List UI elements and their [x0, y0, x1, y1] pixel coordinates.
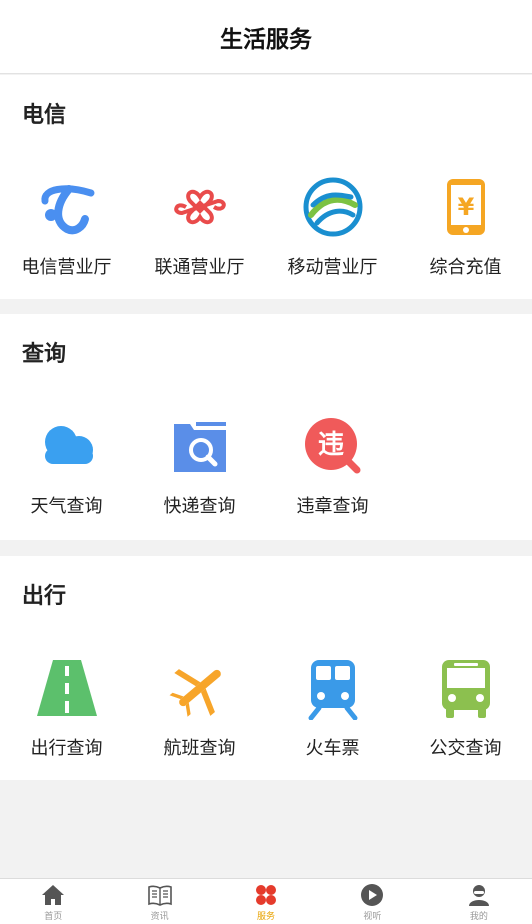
tab-media[interactable]: 视听	[319, 879, 425, 924]
page-title: 生活服务	[220, 26, 312, 53]
road-icon	[35, 656, 99, 720]
service-item-flight[interactable]: 航班查询	[133, 656, 266, 760]
service-item-label: 快递查询	[163, 496, 236, 517]
query-grid: 天气查询 快递查询 违 违章查询	[0, 414, 532, 518]
tab-label: 首页	[44, 912, 63, 922]
section-title-query: 查询	[22, 342, 67, 367]
service-item-bus[interactable]: 公交查询	[399, 656, 532, 760]
section-query: 查询 天气查询 快递查询 违 违章查询	[0, 314, 532, 540]
home-icon	[41, 883, 65, 907]
china-unicom-logo-icon	[168, 175, 232, 239]
bus-icon	[434, 656, 498, 720]
tab-news[interactable]: 资讯	[106, 879, 212, 924]
page-header: 生活服务	[0, 0, 532, 74]
play-icon	[360, 883, 384, 907]
service-item-mobile-hall[interactable]: 移动营业厅	[266, 175, 399, 279]
package-search-icon	[168, 414, 232, 478]
tab-label: 资讯	[150, 912, 169, 922]
section-telecom: 电信 电信营业厅 联通营业厅 移动营业厅 ¥ 综合充值	[0, 75, 532, 299]
service-item-label: 违章查询	[296, 496, 369, 517]
section-title-travel: 出行	[22, 584, 67, 609]
service-item-label: 电信营业厅	[21, 257, 112, 278]
service-item-trip[interactable]: 出行查询	[0, 656, 133, 760]
tab-label: 服务	[257, 912, 276, 922]
china-telecom-logo-icon	[35, 175, 99, 239]
news-icon	[147, 883, 172, 907]
section-travel: 出行 出行查询 航班查询 火车票 公交查询	[0, 556, 532, 780]
service-item-weather[interactable]: 天气查询	[0, 414, 133, 518]
violation-glyph: 违	[317, 430, 343, 460]
service-item-parcel[interactable]: 快递查询	[133, 414, 266, 518]
tab-home[interactable]: 首页	[0, 879, 106, 924]
service-item-train[interactable]: 火车票	[266, 656, 399, 760]
service-item-label: 公交查询	[429, 738, 502, 759]
tab-services[interactable]: 服务	[213, 879, 319, 924]
service-item-label: 移动营业厅	[287, 257, 378, 278]
telecom-grid: 电信营业厅 联通营业厅 移动营业厅 ¥ 综合充值	[0, 175, 532, 279]
service-item-label: 天气查询	[30, 496, 103, 517]
phone-recharge-icon: ¥	[434, 175, 498, 239]
service-item-telecom-hall[interactable]: 电信营业厅	[0, 175, 133, 279]
train-icon	[301, 656, 365, 720]
airplane-icon	[168, 656, 232, 720]
violation-search-icon: 违	[301, 414, 365, 478]
service-item-label: 火车票	[305, 738, 360, 759]
service-item-label: 出行查询	[30, 738, 103, 759]
travel-grid: 出行查询 航班查询 火车票 公交查询	[0, 656, 532, 760]
tab-label: 视听	[363, 912, 382, 922]
service-item-label: 联通营业厅	[154, 257, 245, 278]
tab-me[interactable]: 我的	[426, 879, 532, 924]
tab-label: 我的	[469, 912, 488, 922]
svg-text:¥: ¥	[457, 193, 474, 221]
services-icon	[254, 883, 278, 907]
service-item-label: 综合充值	[429, 257, 502, 278]
bottom-tab-bar: 首页 资讯 服务 视听 我的	[0, 878, 532, 924]
section-title-telecom: 电信	[22, 103, 67, 128]
user-icon	[467, 883, 491, 907]
service-item-label: 航班查询	[163, 738, 236, 759]
service-item-unicom-hall[interactable]: 联通营业厅	[133, 175, 266, 279]
service-item-recharge[interactable]: ¥ 综合充值	[399, 175, 532, 279]
china-mobile-logo-icon	[301, 175, 365, 239]
cloud-icon	[35, 414, 99, 478]
service-item-violation[interactable]: 违 违章查询	[266, 414, 399, 518]
